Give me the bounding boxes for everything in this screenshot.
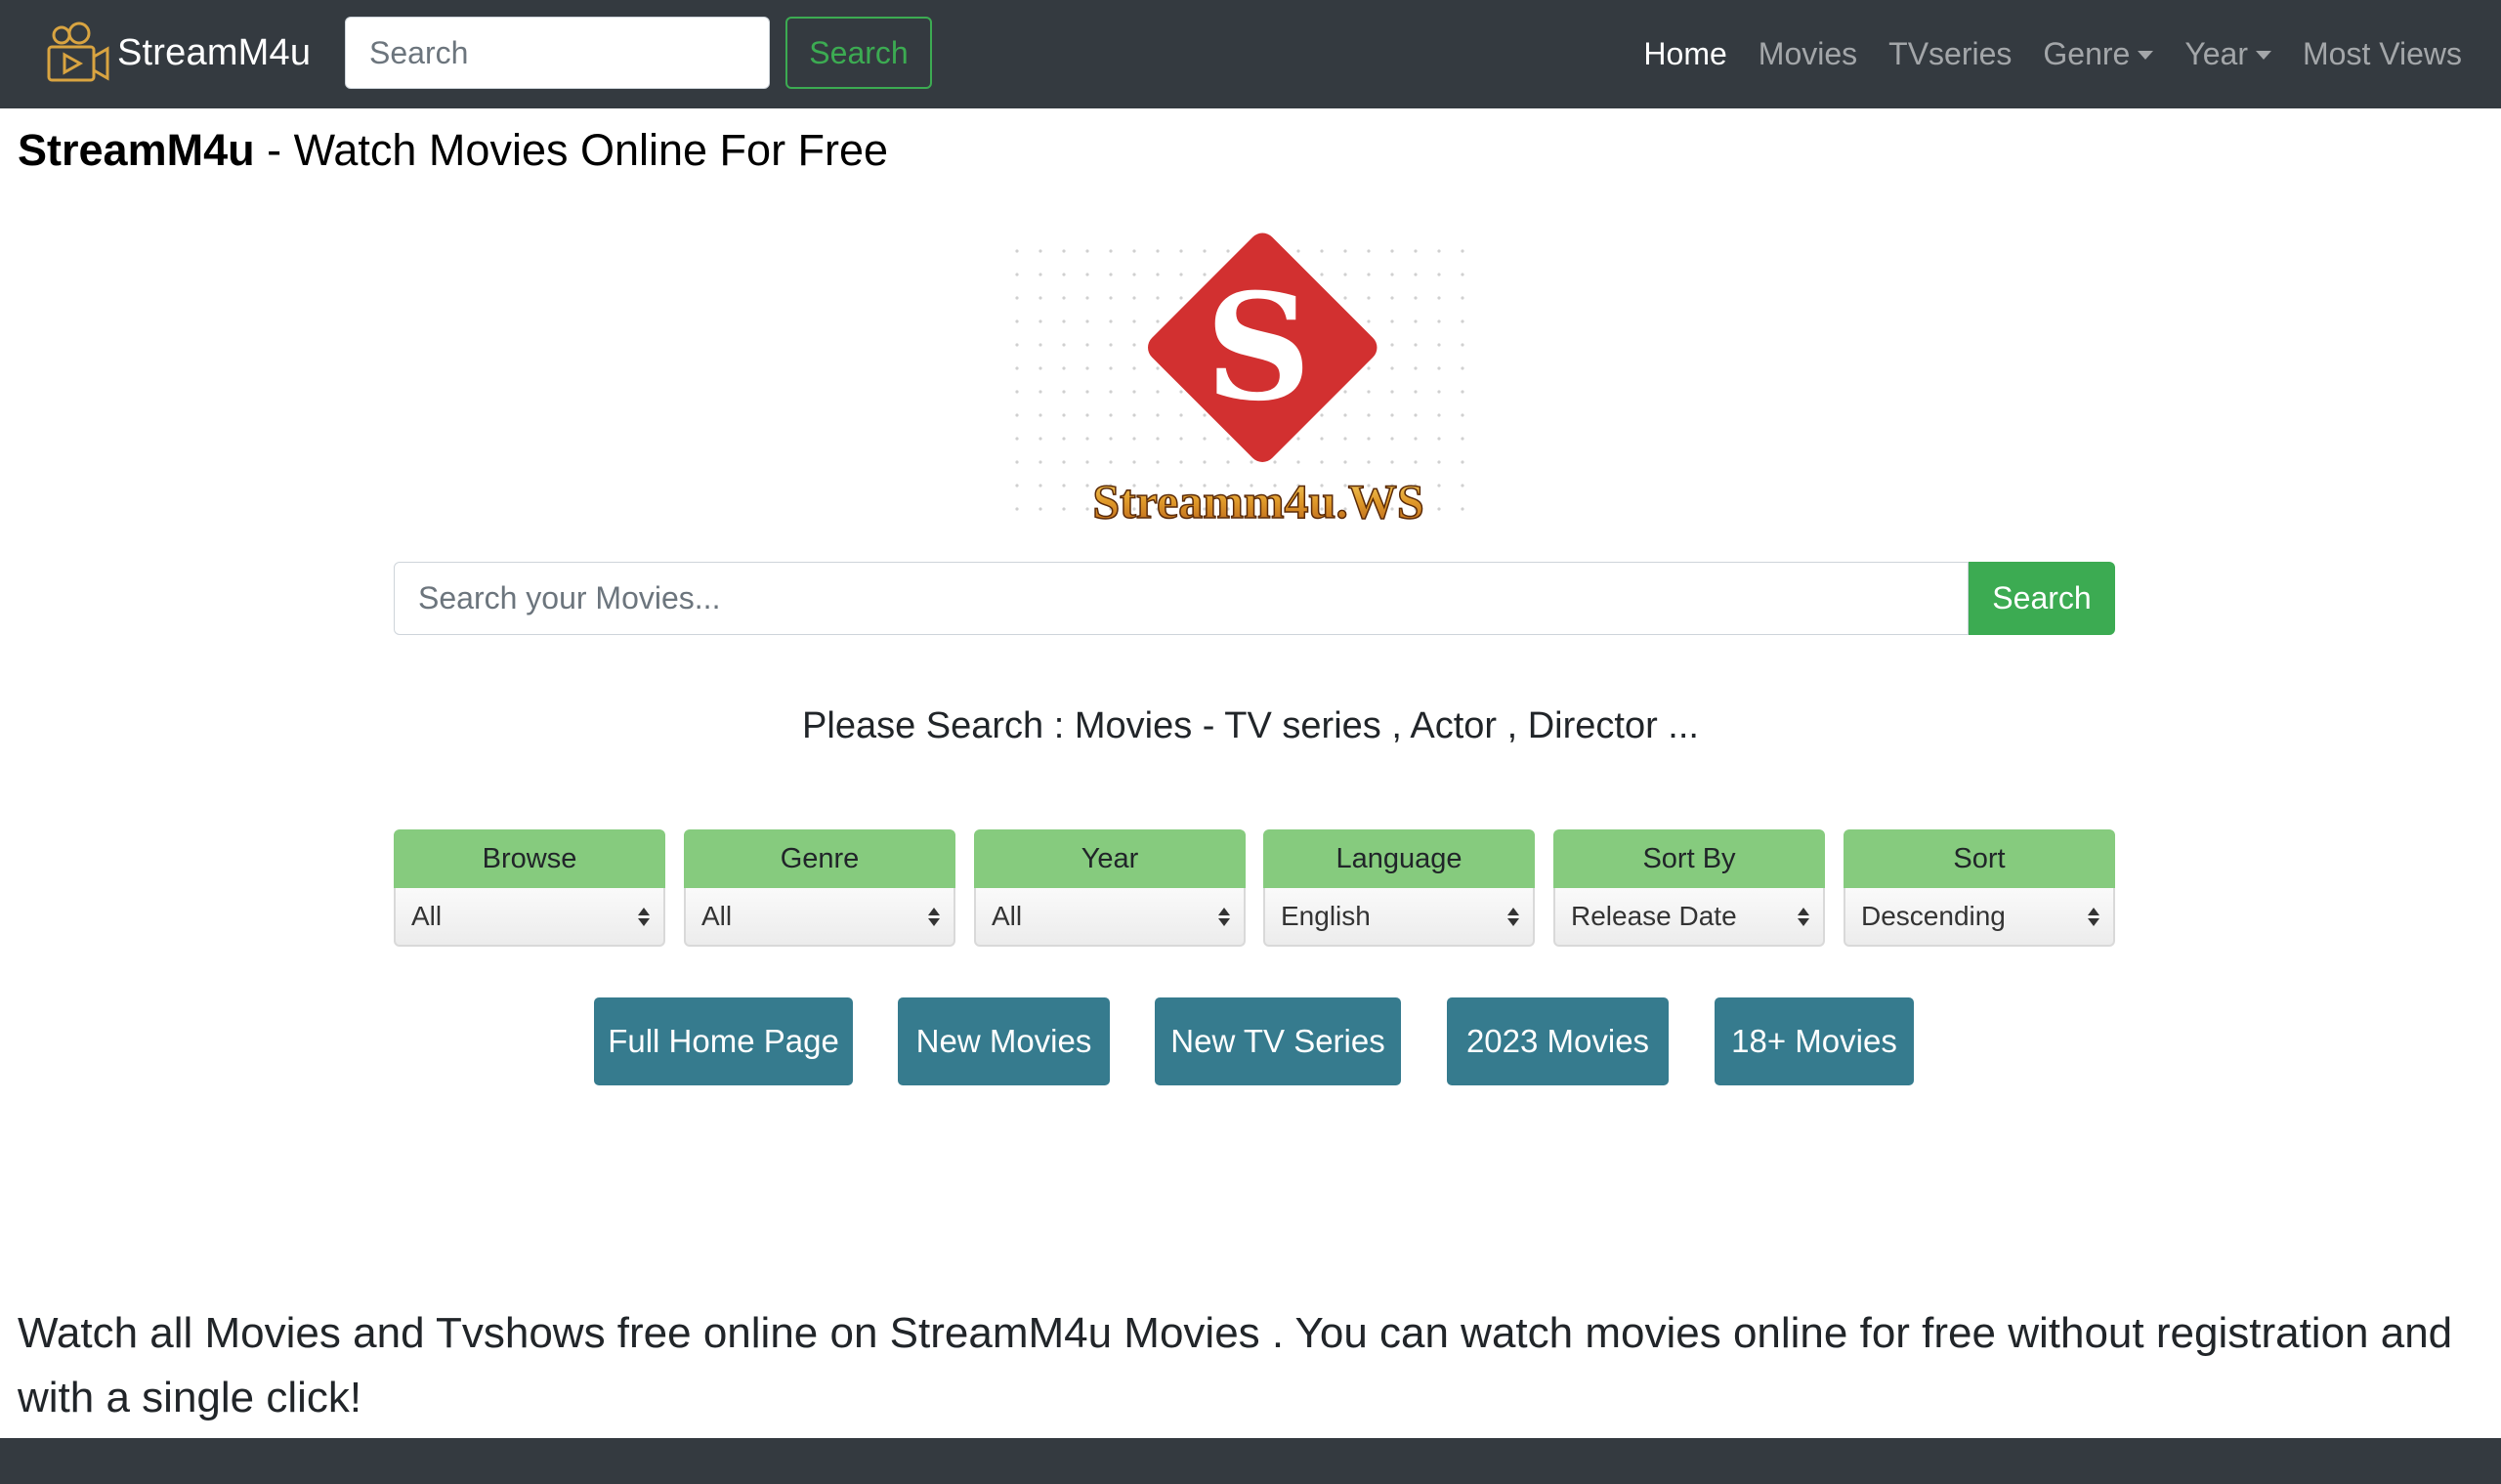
nav-search-button[interactable]: Search	[785, 17, 932, 89]
search-hint: Please Search : Movies - TV series , Act…	[802, 705, 1699, 746]
filter-label: Language	[1263, 829, 1535, 888]
filter-browse: Browse All	[394, 829, 665, 947]
nav-search-input[interactable]	[345, 17, 770, 89]
caret-down-icon	[2138, 51, 2154, 60]
select-arrows-icon	[1798, 907, 1809, 926]
site-description: Watch all Movies and Tvshows free online…	[18, 1309, 2453, 1421]
select-arrows-icon	[638, 907, 650, 926]
caret-down-icon	[2255, 51, 2271, 60]
select-value: Descending	[1861, 901, 2006, 931]
sort-order-select[interactable]: Descending	[1844, 888, 2115, 947]
new-movies-button[interactable]: New Movies	[898, 997, 1110, 1085]
brand-name: StreamM4u	[117, 31, 312, 73]
filter-label: Genre	[684, 829, 955, 888]
select-arrows-icon	[928, 907, 940, 926]
top-navbar: StreamM4u Search Home Movies TVseries Ge…	[0, 0, 2501, 108]
nav-year-dropdown[interactable]: Year	[2184, 36, 2271, 72]
nav-tvseries-label: TVseries	[1888, 36, 2013, 71]
filter-label: Sort By	[1553, 829, 1825, 888]
nav-movies[interactable]: Movies	[1759, 36, 1857, 72]
select-value: All	[701, 901, 733, 931]
nav-home[interactable]: Home	[1643, 36, 1726, 72]
genre-select[interactable]: All	[684, 888, 955, 947]
nav-most-views[interactable]: Most Views	[2303, 36, 2462, 72]
filter-genre: Genre All	[684, 829, 955, 947]
nav-genre-label: Genre	[2043, 36, 2131, 71]
logo-wordmark: Streamm4u.WS	[1092, 474, 1423, 529]
select-value: Release Date	[1571, 901, 1737, 931]
nav-genre-dropdown[interactable]: Genre	[2043, 36, 2154, 72]
logo-letter: S	[1206, 262, 1311, 434]
18-plus-movies-button[interactable]: 18+ Movies	[1715, 997, 1914, 1085]
2023-movies-button[interactable]: 2023 Movies	[1447, 997, 1669, 1085]
brand-link[interactable]: StreamM4u	[45, 21, 311, 84]
nav-most-views-label: Most Views	[2302, 36, 2462, 71]
filter-sort-by: Sort By Release Date	[1553, 829, 1825, 947]
main-search-input[interactable]	[394, 562, 1969, 635]
select-arrows-icon	[2088, 907, 2099, 926]
filter-label: Browse	[394, 829, 665, 888]
filter-sort: Sort Descending	[1844, 829, 2115, 947]
select-value: All	[992, 901, 1023, 931]
language-select[interactable]: English	[1263, 888, 1535, 947]
filter-label: Year	[974, 829, 1246, 888]
select-value: English	[1281, 901, 1371, 931]
full-home-page-button[interactable]: Full Home Page	[594, 997, 853, 1085]
browse-select[interactable]: All	[394, 888, 665, 947]
filter-year: Year All	[974, 829, 1246, 947]
nav-menu: Home Movies TVseries Genre Year Most Vie…	[1612, 0, 2462, 108]
page-title-rest: - Watch Movies Online For Free	[254, 125, 889, 175]
site-logo: S Streamm4u.WS	[1014, 225, 1473, 537]
main-search-button[interactable]: Search	[1969, 562, 2115, 635]
select-value: All	[411, 901, 443, 931]
year-select[interactable]: All	[974, 888, 1246, 947]
filter-language: Language English	[1263, 829, 1535, 947]
select-arrows-icon	[1218, 907, 1230, 926]
movie-camera-icon	[47, 21, 109, 82]
page-title-brand: StreamM4u	[18, 125, 255, 175]
nav-tvseries[interactable]: TVseries	[1888, 36, 2012, 72]
filter-label: Sort	[1844, 829, 2115, 888]
nav-movies-label: Movies	[1758, 36, 1858, 71]
sort-by-select[interactable]: Release Date	[1553, 888, 1825, 947]
new-tv-series-button[interactable]: New TV Series	[1155, 997, 1401, 1085]
nav-home-label: Home	[1643, 36, 1727, 71]
page-title: StreamM4u - Watch Movies Online For Free	[18, 125, 888, 176]
footer-bar	[0, 1438, 2501, 1484]
select-arrows-icon	[1507, 907, 1519, 926]
nav-year-label: Year	[2184, 36, 2248, 71]
logo-graphic: S Streamm4u.WS	[1014, 233, 1473, 530]
